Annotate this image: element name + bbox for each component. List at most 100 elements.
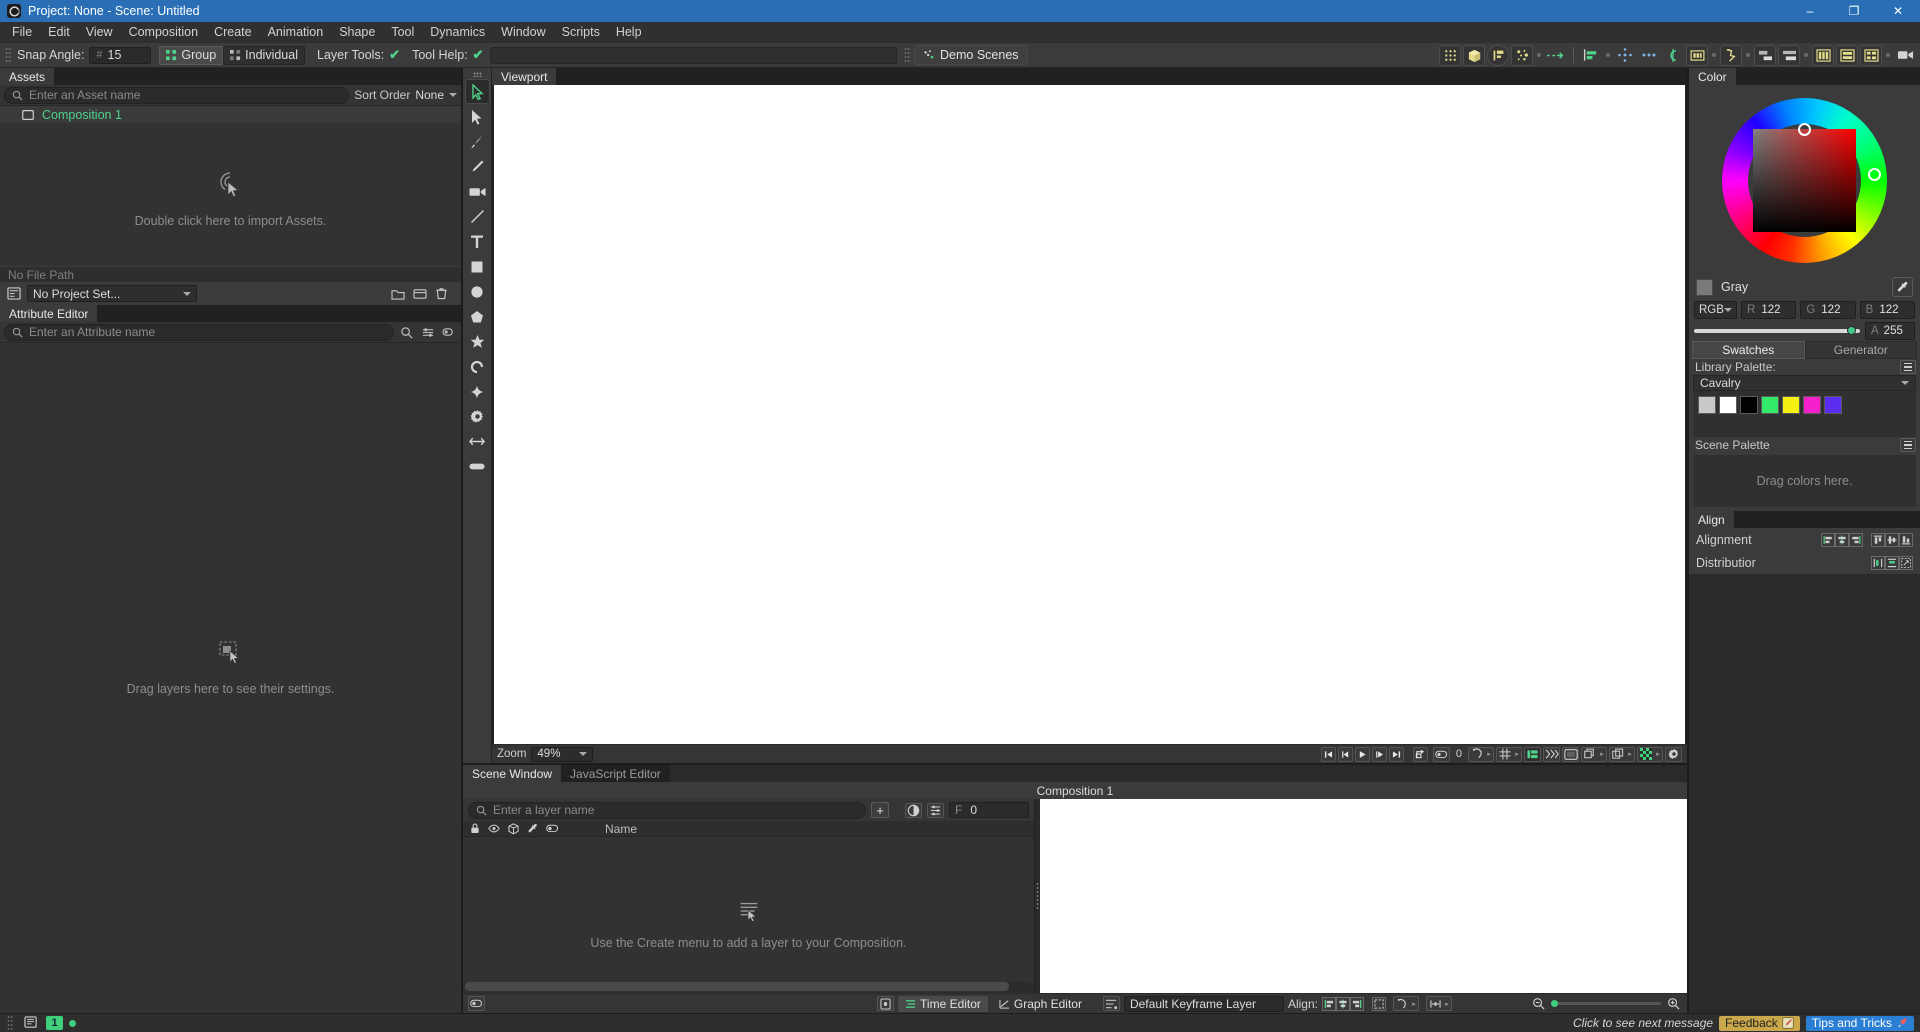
timeline-zoom-handle[interactable] (1551, 1000, 1558, 1007)
filter-attr-icon[interactable] (419, 324, 436, 340)
pen-tool[interactable] (465, 129, 490, 154)
tab-color[interactable]: Color (1689, 68, 1736, 85)
color-wheel[interactable] (1722, 97, 1887, 263)
tab-assets[interactable]: Assets (0, 68, 55, 85)
align-h-center-icon[interactable] (1835, 532, 1849, 547)
distribute-v-icon[interactable] (1885, 555, 1899, 570)
text-tool[interactable] (465, 229, 490, 254)
dot-grid-icon[interactable] (1439, 44, 1461, 66)
fast-preview-icon[interactable] (1543, 746, 1560, 762)
particles-icon[interactable] (1511, 44, 1533, 66)
next-message-label[interactable]: Click to see next message (1573, 1016, 1713, 1030)
fit-icon[interactable] (1372, 996, 1386, 1011)
menu-tool[interactable]: Tool (383, 23, 422, 41)
color-wheel-area[interactable] (1689, 85, 1920, 275)
sort-order-value[interactable]: None (415, 88, 444, 102)
ease-dropdown-arrow[interactable]: ▸ (1410, 996, 1419, 1011)
settings-list-icon[interactable] (927, 802, 944, 818)
eyedropper-icon[interactable] (1892, 277, 1913, 297)
assets-empty-hint[interactable]: Double click here to import Assets. (0, 170, 461, 228)
alpha-slider-handle[interactable] (1847, 326, 1856, 335)
tab-attribute-editor[interactable]: Attribute Editor (0, 305, 98, 322)
scene-palette-dropzone[interactable]: Drag colors here. (1693, 455, 1916, 507)
time-editor-canvas[interactable] (1040, 799, 1687, 993)
layer-hscroll-thumb[interactable] (465, 982, 1010, 991)
sparkle-tool[interactable] (465, 379, 490, 404)
swatch-purple[interactable] (1824, 396, 1842, 414)
curve-icon[interactable] (1662, 45, 1684, 66)
maximize-button[interactable]: ❐ (1832, 0, 1876, 22)
viewport-canvas[interactable] (494, 85, 1685, 744)
align-center-icon[interactable] (1336, 996, 1350, 1011)
asset-item-composition-1[interactable]: Composition 1 (0, 106, 461, 123)
align-top-icon[interactable] (1871, 532, 1885, 547)
layers-dropdown-arrow[interactable]: ▸ (1598, 746, 1607, 762)
channel-g[interactable]: G 122 (1800, 301, 1856, 319)
align-right-icon[interactable] (1849, 532, 1863, 547)
polygon-tool[interactable] (465, 304, 490, 329)
minimize-button[interactable]: – (1788, 0, 1832, 22)
filmstrip-icon[interactable] (1686, 44, 1708, 66)
menu-composition[interactable]: Composition (121, 23, 206, 41)
step-forward-icon[interactable] (1371, 746, 1387, 762)
align-left-icon[interactable] (1821, 532, 1835, 547)
folder-icon[interactable] (389, 286, 406, 302)
add-layer-button[interactable]: + (871, 802, 889, 818)
status-grip[interactable] (7, 1015, 14, 1031)
arrow-tool[interactable] (465, 429, 490, 454)
layer-hscrollbar[interactable] (465, 982, 1032, 991)
color-square-knob[interactable] (1798, 122, 1811, 136)
menu-create[interactable]: Create (206, 23, 260, 41)
snap-icon[interactable] (1468, 746, 1485, 762)
frame-field[interactable]: F 0 (949, 802, 1029, 818)
tag-icon[interactable] (468, 996, 485, 1011)
color-hue-knob[interactable] (1868, 167, 1881, 181)
tool-help-checkbox[interactable]: ✔ (473, 47, 484, 63)
motion-path-icon[interactable] (1545, 45, 1567, 66)
step-back-icon[interactable] (1337, 746, 1353, 762)
menu-view[interactable]: View (78, 23, 121, 41)
swatch-magenta[interactable] (1803, 396, 1821, 414)
arc-tool[interactable] (465, 354, 490, 379)
transparency-icon[interactable] (1637, 746, 1654, 762)
swatch-yellow[interactable] (1782, 396, 1800, 414)
hamburger-icon[interactable] (1900, 360, 1916, 374)
tips-and-tricks-button[interactable]: Tips and Tricks (1805, 1015, 1914, 1031)
close-button[interactable]: ✕ (1876, 0, 1920, 22)
color-mode-select[interactable]: RGB (1694, 301, 1737, 319)
tab-javascript-editor[interactable]: JavaScript Editor (561, 765, 670, 782)
log-icon[interactable] (23, 1015, 40, 1031)
guides-icon[interactable] (1524, 746, 1541, 762)
swatch-black[interactable] (1740, 396, 1758, 414)
menu-animation[interactable]: Animation (260, 23, 332, 41)
ellipse-tool[interactable] (465, 279, 490, 304)
layer-tools-checkbox[interactable]: ✔ (389, 47, 400, 63)
layers-icon[interactable] (1581, 746, 1598, 762)
alpha-field[interactable]: A 255 (1865, 322, 1915, 340)
tab-generator[interactable]: Generator (1804, 341, 1917, 359)
rounded-rect-tool[interactable] (465, 454, 490, 479)
menu-file[interactable]: File (4, 23, 40, 41)
layer-search-input[interactable]: Enter a layer name (468, 801, 866, 819)
columns-icon[interactable] (1812, 44, 1834, 66)
tag-icon[interactable] (1432, 746, 1450, 762)
current-color-swatch[interactable] (1696, 278, 1713, 296)
window-icon[interactable] (411, 286, 428, 302)
asset-search-input[interactable]: Enter an Asset name (4, 86, 350, 104)
ease-icon[interactable] (1393, 996, 1410, 1011)
menu-scripts[interactable]: Scripts (554, 23, 608, 41)
distribute-free-icon[interactable] (1899, 555, 1913, 570)
direct-select-tool[interactable] (465, 104, 490, 129)
stagger-up-icon[interactable] (1778, 44, 1800, 66)
distribute-h-icon[interactable] (1871, 555, 1885, 570)
keyframe-layer-icon[interactable] (1102, 996, 1120, 1011)
pencil-tool[interactable] (465, 154, 490, 179)
align-right-icon[interactable] (1350, 996, 1364, 1011)
camera-tool[interactable] (465, 179, 490, 204)
keyframe-layer-name[interactable]: Default Keyframe Layer (1123, 995, 1284, 1012)
demo-scenes-button[interactable]: Demo Scenes (914, 45, 1028, 65)
tab-scene-window[interactable]: Scene Window (463, 765, 562, 782)
settings-icon[interactable] (1665, 746, 1682, 762)
layout-frame-icon[interactable] (1487, 44, 1509, 66)
trail-icon[interactable] (1720, 44, 1742, 66)
